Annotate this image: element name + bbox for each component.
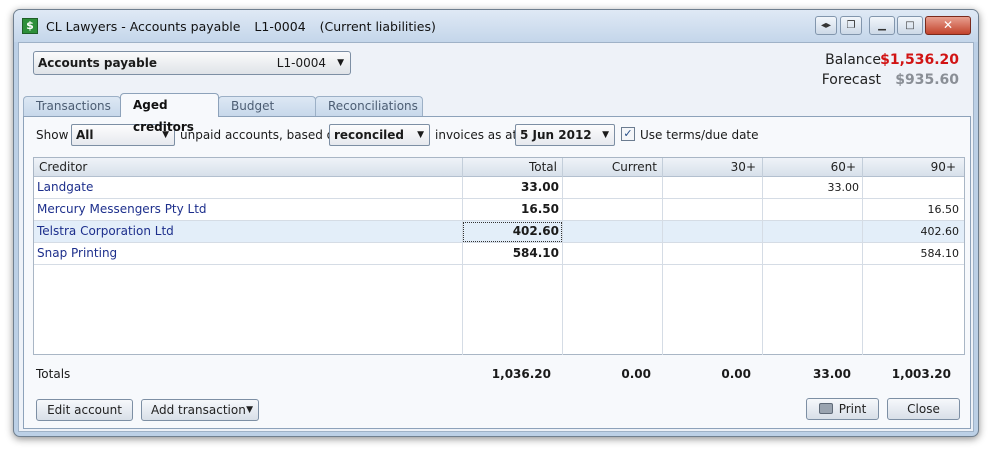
cell-90-plus[interactable]: 402.60	[864, 221, 960, 242]
edit-account-button[interactable]: Edit account	[36, 399, 133, 421]
tab-strip: Transactions Aged creditors Budget Recon…	[23, 93, 971, 134]
nav-arrows-icon[interactable]: ◂▸	[815, 16, 837, 35]
invoices-as-at-label: invoices as at	[435, 128, 518, 142]
chevron-down-icon: ▼	[602, 130, 609, 140]
title-bar[interactable]: $ CL Lawyers - Accounts payable L1-0004 …	[14, 10, 978, 42]
column-30-plus[interactable]: 30+	[664, 158, 756, 176]
maximize-button[interactable]: □	[897, 16, 923, 35]
chevron-down-icon: ▼	[246, 405, 253, 415]
cell-creditor[interactable]: Landgate	[37, 177, 93, 198]
account-select-code: L1-0004	[276, 56, 326, 70]
column-current[interactable]: Current	[564, 158, 657, 176]
based-on-select-value: reconciled	[334, 128, 405, 142]
balance-value: $1,536.20	[880, 52, 959, 68]
account-select-name: Accounts payable	[38, 56, 157, 70]
tab-reconciliations[interactable]: Reconciliations	[315, 96, 423, 117]
column-creditor[interactable]: Creditor	[39, 158, 87, 176]
chevron-down-icon: ▼	[337, 58, 344, 68]
d60-sum: 33.00	[813, 367, 851, 381]
chevron-down-icon: ▼	[417, 130, 424, 140]
window-title: CL Lawyers - Accounts payable L1-0004 (C…	[46, 19, 446, 34]
minimize-button[interactable]: ▁	[869, 16, 895, 35]
balance-label: Balance	[825, 52, 881, 68]
cell-90-plus[interactable]: 16.50	[864, 199, 960, 220]
cell-creditor[interactable]: Mercury Messengers Pty Ltd	[37, 199, 207, 220]
use-terms-label: Use terms/due date	[640, 128, 759, 142]
based-on-select[interactable]: reconciled ▼	[329, 124, 430, 146]
divider	[762, 158, 763, 177]
d90-sum: 1,003.20	[891, 367, 951, 381]
d30-sum: 0.00	[721, 367, 751, 381]
divider	[762, 177, 763, 355]
cell-total[interactable]: 402.60	[464, 221, 559, 242]
pop-out-icon[interactable]: ❐	[840, 16, 862, 35]
use-terms-checkbox[interactable]: ✓	[621, 127, 635, 141]
cell-creditor[interactable]: Telstra Corporation Ltd	[37, 221, 174, 242]
print-label: Print	[838, 402, 867, 416]
aged-creditors-table[interactable]: Creditor Total Current 30+ 60+ 90+ Landg…	[33, 157, 965, 355]
date-picker[interactable]: 5 Jun 2012 ▼	[515, 124, 615, 146]
forecast-label: Forecast	[821, 72, 881, 88]
unpaid-label: unpaid accounts, based on	[180, 128, 342, 142]
add-transaction-label: Add transaction	[151, 403, 246, 417]
cell-60-plus[interactable]: 33.00	[764, 177, 860, 198]
divider	[862, 158, 863, 177]
divider	[562, 177, 563, 355]
add-transaction-button[interactable]: Add transaction ▼	[141, 399, 259, 421]
window-account-type: (Current liabilities)	[319, 19, 436, 34]
divider	[662, 158, 663, 177]
aged-creditors-panel: Show All ▼ unpaid accounts, based on rec…	[23, 116, 971, 429]
printer-icon	[818, 403, 833, 414]
window-app-name: CL Lawyers - Accounts payable	[46, 19, 241, 34]
divider	[462, 177, 463, 355]
totals-label: Totals	[36, 367, 71, 381]
cell-creditor[interactable]: Snap Printing	[37, 243, 117, 264]
forecast-value: $935.60	[895, 72, 959, 88]
table-row[interactable]: Landgate 33.00 33.00	[34, 177, 964, 199]
show-label: Show	[36, 128, 69, 142]
tab-budget[interactable]: Budget	[218, 96, 316, 117]
column-total[interactable]: Total	[464, 158, 557, 176]
divider	[462, 158, 463, 177]
table-row[interactable]: Snap Printing 584.10 584.10	[34, 243, 964, 265]
date-picker-value: 5 Jun 2012	[520, 128, 592, 142]
show-select-value: All	[76, 128, 94, 142]
divider	[662, 177, 663, 355]
cell-total[interactable]: 584.10	[464, 243, 559, 264]
total-sum: 1,036.20	[491, 367, 551, 381]
close-window-button[interactable]: ✕	[925, 16, 971, 35]
divider	[562, 158, 563, 177]
column-90-plus[interactable]: 90+	[864, 158, 956, 176]
table-header: Creditor Total Current 30+ 60+ 90+	[34, 158, 964, 177]
table-row[interactable]: Mercury Messengers Pty Ltd 16.50 16.50	[34, 199, 964, 221]
cell-90-plus[interactable]: 584.10	[864, 243, 960, 264]
print-button[interactable]: Print	[806, 398, 879, 420]
column-60-plus[interactable]: 60+	[764, 158, 856, 176]
tab-aged-creditors[interactable]: Aged creditors	[120, 93, 219, 134]
cell-total[interactable]: 16.50	[464, 199, 559, 220]
account-select[interactable]: Accounts payable L1-0004 ▼	[33, 51, 351, 75]
divider	[862, 177, 863, 355]
cell-total[interactable]: 33.00	[464, 177, 559, 198]
window-account-code: L1-0004	[254, 19, 306, 34]
app-ledger-icon: $	[22, 18, 38, 34]
current-sum: 0.00	[621, 367, 651, 381]
client-area: Accounts payable L1-0004 ▼ Balance $1,53…	[18, 42, 974, 432]
tab-transactions[interactable]: Transactions	[23, 96, 121, 117]
table-row-selected[interactable]: Telstra Corporation Ltd 402.60 402.60	[34, 221, 964, 243]
close-button[interactable]: Close	[887, 398, 960, 420]
accounts-payable-window: $ CL Lawyers - Accounts payable L1-0004 …	[13, 9, 979, 437]
